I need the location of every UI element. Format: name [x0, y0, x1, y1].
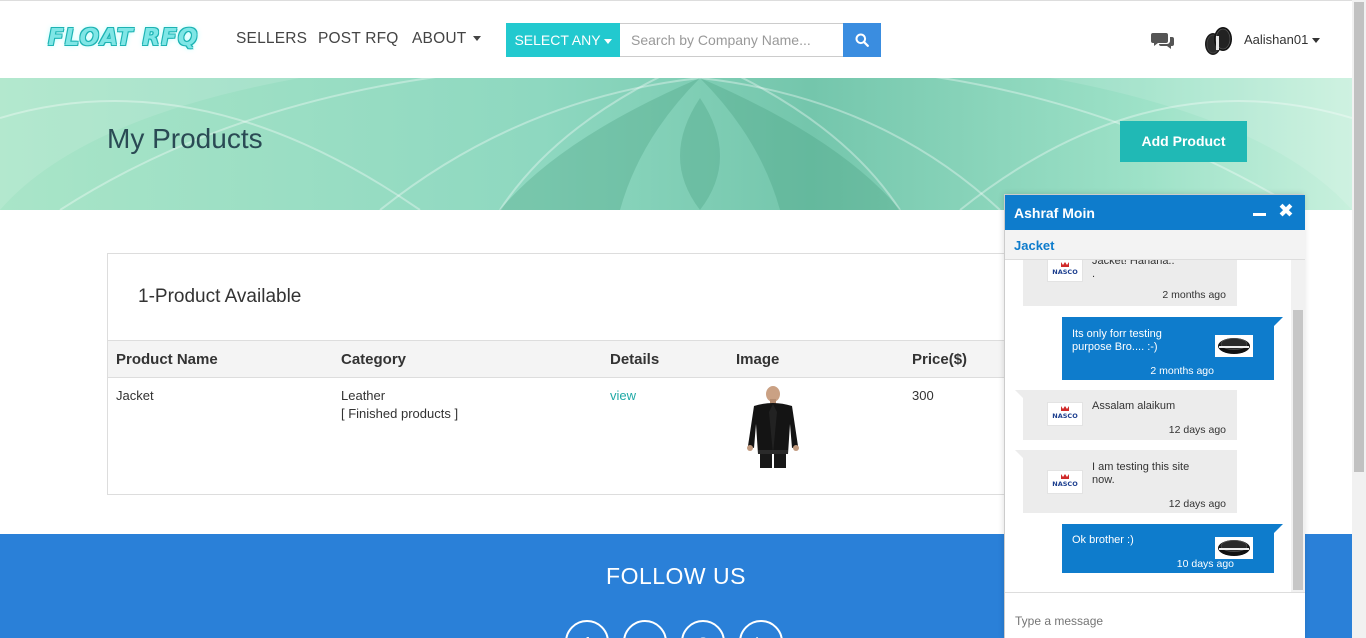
- select-any-dropdown[interactable]: SELECT ANY: [506, 23, 620, 57]
- chat-scrollbar[interactable]: [1291, 260, 1305, 592]
- chevron-down-icon: [1312, 38, 1321, 44]
- product-subcategory: [ Finished products ]: [341, 406, 459, 421]
- search-icon: [855, 33, 869, 47]
- products-count-title: 1-Product Available: [138, 286, 302, 307]
- nasco-logo: NASCO: [1047, 260, 1083, 282]
- add-product-button[interactable]: Add Product: [1120, 121, 1247, 162]
- column-header: Product Name: [116, 351, 218, 368]
- svg-text:NASCO: NASCO: [1052, 480, 1078, 488]
- nasco-logo: NASCO: [1047, 470, 1083, 494]
- svg-text:NASCO: NASCO: [1052, 412, 1078, 420]
- chat-message-outgoing: Its only forr testing purpose Bro.... :-…: [1062, 317, 1283, 380]
- view-details-link[interactable]: view: [610, 388, 636, 403]
- nasco-logo: NASCO: [1047, 402, 1083, 426]
- chat-message-text: Its only forr testing purpose Bro.... :-…: [1072, 328, 1162, 353]
- chat-message-incoming: NASCO Assalam alaikum 12 days ago: [1015, 390, 1237, 440]
- chat-message-incoming: NASCO Jacket! Hahaha.. . 2 months ago: [1023, 260, 1237, 306]
- column-header: Price($): [912, 351, 968, 368]
- chat-subheader: Jacket: [1005, 230, 1305, 260]
- chat-message-input[interactable]: [1005, 592, 1305, 638]
- chat-bubbles-icon[interactable]: [1151, 31, 1175, 54]
- svg-text:NASCO: NASCO: [1052, 268, 1078, 276]
- user-menu[interactable]: Aalishan01: [1244, 32, 1321, 47]
- products-panel: 1-Product Available Product Name Categor…: [107, 253, 1107, 495]
- nav-about[interactable]: ABOUT: [412, 30, 482, 48]
- page-hero-banner: My Products Add Product: [0, 78, 1352, 210]
- chat-message-time: 10 days ago: [1176, 558, 1234, 570]
- float-rfq-logo[interactable]: FLOAT RFQ: [48, 25, 198, 51]
- facebook-icon[interactable]: f: [565, 620, 609, 638]
- page-scrollbar[interactable]: [1352, 0, 1366, 638]
- table-header: Product Name Category Details Image Pric…: [108, 340, 1106, 378]
- chat-message-text: I am testing this site now.: [1092, 461, 1190, 486]
- user-avatar: [1215, 537, 1253, 559]
- top-navbar: FLOAT RFQ SELLERS POST RFQ ABOUT SELECT …: [0, 0, 1352, 78]
- user-avatar: [1215, 335, 1253, 357]
- select-any-label: SELECT ANY: [514, 32, 601, 48]
- chat-header: Ashraf Moin ✖: [1005, 195, 1305, 230]
- user-avatar[interactable]: [1200, 22, 1236, 58]
- chat-scrollbar-thumb[interactable]: [1293, 310, 1303, 590]
- linkedin-icon[interactable]: in: [739, 620, 783, 638]
- product-image[interactable]: [736, 384, 810, 468]
- chat-window: Ashraf Moin ✖ Jacket NASCO Jacket! Hahah…: [1004, 194, 1305, 638]
- chevron-down-icon: [473, 36, 482, 42]
- chat-message-time: 12 days ago: [1168, 498, 1226, 510]
- username-label: Aalishan01: [1244, 32, 1309, 47]
- nav-sellers[interactable]: SELLERS: [236, 30, 307, 48]
- chat-message-time: 2 months ago: [1150, 365, 1214, 377]
- column-header: Image: [736, 351, 780, 368]
- nav-post-rfq[interactable]: POST RFQ: [318, 30, 399, 48]
- chat-messages: NASCO Jacket! Hahaha.. . 2 months ago It…: [1005, 260, 1305, 592]
- chat-contact-name: Ashraf Moin: [1014, 205, 1095, 221]
- page-title: My Products: [107, 123, 263, 154]
- chat-product-link[interactable]: Jacket: [1014, 238, 1054, 253]
- chat-message-text: Assalam alaikum: [1092, 400, 1176, 412]
- company-search-input[interactable]: [620, 23, 844, 57]
- product-price: 300: [912, 388, 934, 403]
- chat-message-outgoing: Ok brother :) 10 days ago: [1062, 524, 1283, 573]
- page-scrollbar-thumb[interactable]: [1354, 2, 1364, 472]
- chat-message-text: Ok brother :): [1072, 534, 1134, 546]
- chevron-down-icon: [603, 38, 612, 44]
- chat-message-time: 12 days ago: [1168, 424, 1226, 436]
- product-category: Leather: [341, 388, 386, 403]
- skype-icon[interactable]: S: [681, 620, 725, 638]
- nav-about-label: ABOUT: [412, 30, 467, 47]
- column-header: Details: [610, 351, 660, 368]
- column-header: Category: [341, 351, 407, 368]
- minimize-icon[interactable]: [1253, 213, 1266, 216]
- close-icon[interactable]: ✖: [1278, 201, 1294, 223]
- chat-message-incoming: NASCO I am testing this site now. 12 day…: [1015, 450, 1237, 513]
- pinterest-icon[interactable]: p: [623, 620, 667, 638]
- chat-message-time: 2 months ago: [1162, 289, 1226, 301]
- chat-message-text: Jacket! Hahaha.. .: [1092, 260, 1175, 280]
- search-button[interactable]: [843, 23, 881, 57]
- product-name: Jacket: [116, 388, 154, 403]
